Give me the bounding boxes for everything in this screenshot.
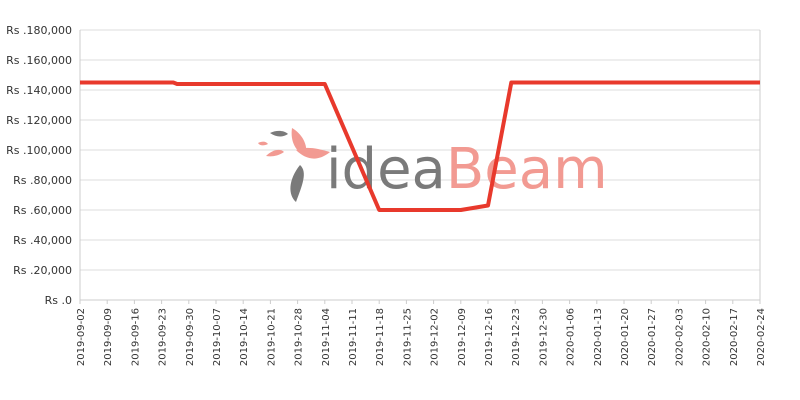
feather-bird-icon	[258, 128, 330, 202]
x-tick-label: 2019-12-09	[457, 308, 468, 366]
x-tick-label: 2019-11-25	[402, 308, 413, 366]
x-tick-label: 2019-09-02	[76, 308, 87, 366]
x-tick-label: 2020-01-27	[647, 308, 658, 366]
x-tick-label: 2019-10-28	[294, 308, 305, 366]
x-tick-label: 2019-12-16	[484, 308, 495, 366]
x-tick-label: 2020-01-13	[593, 308, 604, 366]
y-tick-label: Rs .40,000	[13, 234, 72, 247]
x-tick-label: 2020-02-10	[702, 308, 713, 366]
x-tick-labels: 2019-09-02 2019-09-09 2019-09-16 2019-09-23…	[76, 308, 767, 366]
x-tick-label: 2020-01-06	[566, 308, 577, 366]
y-tick-labels: Rs .0 Rs .20,000 Rs .40,000 Rs .60,000 Rs .8…	[6, 24, 72, 307]
y-tick-label: Rs .160,000	[6, 54, 72, 67]
x-tick-label: 2020-01-20	[620, 308, 631, 366]
x-tick-label: 2019-09-09	[103, 308, 114, 366]
y-tick-label: Rs .0	[45, 294, 72, 307]
watermark-idea-text: idea	[326, 137, 446, 202]
x-tick-label: 2020-02-17	[729, 308, 740, 366]
x-tick-label: 2019-10-14	[239, 308, 250, 366]
watermark-idea: ideaBeam	[326, 137, 608, 202]
x-tick-label: 2019-11-11	[348, 308, 359, 366]
x-tick-label: 2019-11-04	[321, 308, 332, 366]
x-tick-label: 2020-02-24	[756, 308, 767, 366]
x-tick-label: 2019-10-07	[212, 308, 223, 366]
x-tick-label: 2019-12-30	[538, 308, 549, 366]
y-tick-label: Rs .20,000	[13, 264, 72, 277]
y-tick-label: Rs .120,000	[6, 114, 72, 127]
x-tick-label: 2019-10-21	[266, 308, 277, 366]
y-tick-label: Rs .80,000	[13, 174, 72, 187]
x-tick-label: 2019-09-16	[130, 308, 141, 366]
x-tick-label: 2019-11-18	[375, 308, 386, 366]
x-tick-label: 2019-12-02	[430, 308, 441, 366]
watermark-beam-text: Beam	[446, 137, 608, 202]
y-tick-label: Rs .60,000	[13, 204, 72, 217]
x-tick-label: 2019-12-23	[511, 308, 522, 366]
y-tick-label: Rs .100,000	[6, 144, 72, 157]
ideabeam-watermark: ideaBeam	[258, 128, 608, 202]
price-history-chart: ideaBeam Rs .0 Rs .20,000 Rs .40,000 Rs .60…	[6, 24, 767, 366]
x-tick-label: 2019-09-30	[185, 308, 196, 366]
y-tick-label: Rs .140,000	[6, 84, 72, 97]
x-tick-label: 2019-09-23	[158, 308, 169, 366]
x-tick-label: 2020-02-03	[674, 308, 685, 366]
y-tick-label: Rs .180,000	[6, 24, 72, 37]
